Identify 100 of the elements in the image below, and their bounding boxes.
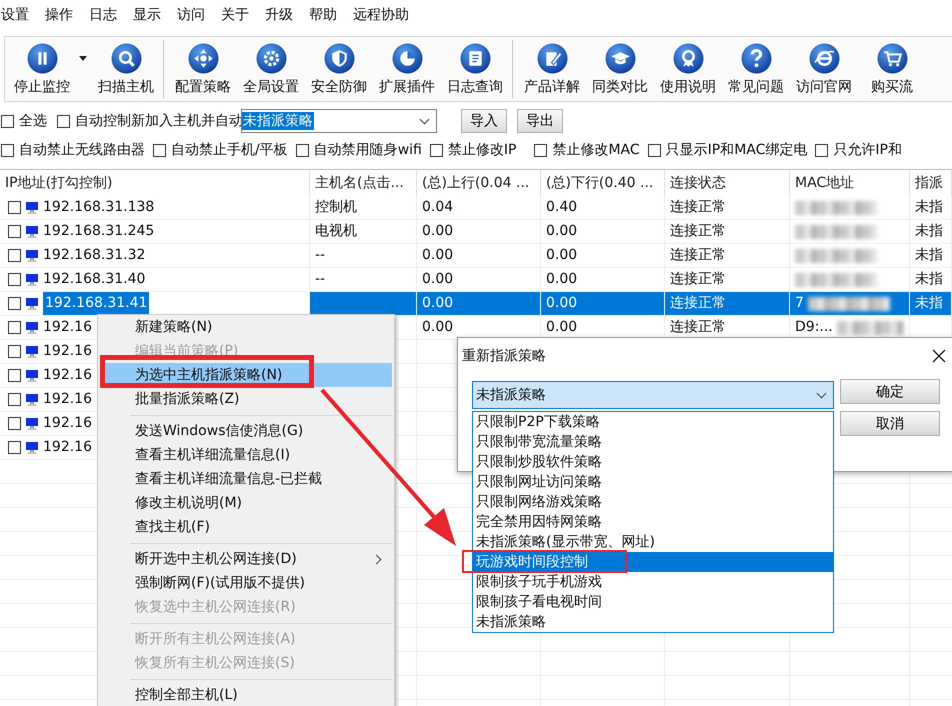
toolbar-button[interactable]: 使用说明 xyxy=(657,42,719,96)
checkbox[interactable] xyxy=(8,321,21,334)
toolbar-button[interactable]: 访问官网 xyxy=(793,42,855,96)
checkbox[interactable] xyxy=(8,201,21,214)
button[interactable]: 取消 xyxy=(840,411,940,436)
menu-item[interactable]: 显示 xyxy=(133,6,161,24)
menu-item[interactable]: 新建策略(N) xyxy=(100,315,392,339)
menu-item[interactable]: 访问 xyxy=(177,6,205,24)
checkbox[interactable] xyxy=(296,144,309,156)
ip-address: 192.16 xyxy=(43,318,92,337)
column-header[interactable]: 指派 xyxy=(910,170,952,196)
column-header[interactable]: IP地址(打勾控制) xyxy=(0,170,310,196)
checkbox[interactable] xyxy=(1,114,14,128)
caret-icon[interactable] xyxy=(79,56,87,60)
ip-address: 192.16 xyxy=(43,366,92,385)
menu-item[interactable]: 发送Windows信使消息(G) xyxy=(100,419,392,443)
checkbox[interactable] xyxy=(8,345,21,358)
checkbox[interactable] xyxy=(8,297,21,310)
toolbar-button[interactable]: 同类对比 xyxy=(589,42,651,96)
menu-item[interactable]: 查看主机详细流量信息-已拦截 xyxy=(100,467,392,491)
table-row[interactable]: 192.168.31.32 -- 0.00 0.00 连接正常 未指 xyxy=(0,244,952,268)
toolbar-button[interactable]: 产品详解 xyxy=(521,42,583,96)
dropdown-option[interactable]: 未指派策略 xyxy=(473,612,833,632)
table-row[interactable]: 192.168.31.245 电视机 0.00 0.00 连接正常 未指 xyxy=(0,220,952,244)
menu-item[interactable]: 查找主机(F) xyxy=(100,515,392,539)
toolbar-button[interactable]: 扩展插件 xyxy=(376,42,438,96)
toolbar-button[interactable]: 扫描主机 xyxy=(95,42,157,96)
table-cell-text: 0.00 xyxy=(422,246,454,265)
column-header[interactable]: 连接状态 xyxy=(665,170,790,196)
checkbox[interactable] xyxy=(8,273,21,286)
dropdown-option[interactable]: 玩游戏时间段控制 xyxy=(473,552,833,572)
checkbox[interactable] xyxy=(8,369,21,382)
checkbox[interactable] xyxy=(8,249,21,262)
menu-item[interactable]: 升级 xyxy=(265,6,293,24)
toolbar-button[interactable]: 安全防御 xyxy=(308,42,370,96)
table-cell-text: 连接正常 xyxy=(670,270,726,289)
menu-item[interactable]: 断开选中主机公网连接(D) xyxy=(100,547,392,571)
table-cell-text: D9:... xyxy=(795,318,833,337)
button[interactable]: 确定 xyxy=(840,379,940,404)
toolbar-button[interactable]: 全局设置 xyxy=(240,42,302,96)
checkbox[interactable] xyxy=(153,144,166,156)
table-row[interactable]: 192.168.31.138 控制机 0.04 0.40 连接正常 未指 xyxy=(0,196,952,220)
table-cell-text: 未指 xyxy=(915,198,943,217)
policy-dropdown[interactable]: 未指派策略 xyxy=(241,109,437,133)
menu-item[interactable]: 帮助 xyxy=(309,6,337,24)
table-row[interactable]: 192.168.31.41 0.00 0.00 连接正常 7 未指 xyxy=(0,292,952,316)
column-header[interactable]: (总)下行(0.40 ... xyxy=(541,170,665,196)
menu-item[interactable]: 设置 xyxy=(1,6,29,24)
table-cell-text: 0.00 xyxy=(422,270,454,289)
checkbox[interactable] xyxy=(534,144,548,156)
checkbox[interactable] xyxy=(8,417,21,430)
menu-item[interactable]: 查看主机详细流量信息(I) xyxy=(100,443,392,467)
menu-item[interactable]: 强制断网(F)(试用版不提供) xyxy=(100,571,392,595)
checkbox[interactable] xyxy=(8,225,21,238)
dropdown-option[interactable]: 完全禁用因特网策略 xyxy=(473,512,833,532)
checkbox[interactable] xyxy=(815,144,828,156)
checkbox[interactable] xyxy=(57,114,70,128)
dropdown-option[interactable]: 只限制网络游戏策略 xyxy=(473,492,833,512)
dropdown-option[interactable]: 限制孩子玩手机游戏 xyxy=(473,572,833,592)
column-header[interactable]: MAC地址 xyxy=(790,170,910,196)
globe-icon xyxy=(808,42,840,74)
checkbox-label: 自动禁用随身wifi xyxy=(314,141,422,159)
dropdown-option[interactable]: 只限制网址访问策略 xyxy=(473,472,833,492)
dropdown-option[interactable]: 只限制带宽流量策略 xyxy=(473,432,833,452)
close-icon[interactable] xyxy=(932,349,946,363)
table-cell-text: 0.00 xyxy=(546,294,578,313)
table-cell-text: 未指 xyxy=(915,222,943,241)
menu-item[interactable]: 日志 xyxy=(89,6,117,24)
checkbox[interactable] xyxy=(430,144,443,156)
toolbar-button[interactable]: 配置策略 xyxy=(172,42,234,96)
policy-dropdown[interactable]: 未指派策略 xyxy=(472,381,834,409)
graduation-cap-icon xyxy=(604,42,636,74)
monitor-icon xyxy=(25,296,39,310)
ip-address: 192.168.31.41 xyxy=(43,292,150,315)
checkbox[interactable] xyxy=(8,441,21,454)
dropdown-option[interactable]: 只限制P2P下载策略 xyxy=(473,412,833,432)
help-icon xyxy=(740,42,772,74)
dropdown-option[interactable]: 未指派策略(显示带宽、网址) xyxy=(473,532,833,552)
toolbar-button[interactable]: 购买流 xyxy=(861,42,923,96)
checkbox[interactable] xyxy=(1,144,14,156)
menu-item[interactable]: 操作 xyxy=(45,6,73,24)
column-header[interactable]: (总)上行(0.04 ... xyxy=(417,170,541,196)
dialog-title: 重新指派策略 xyxy=(462,347,546,365)
column-header[interactable]: 主机名(点击... xyxy=(310,170,417,196)
checkbox[interactable] xyxy=(8,393,21,406)
toolbar-button[interactable]: 停止监控 xyxy=(11,42,73,96)
toolbar-button[interactable]: 常见问题 xyxy=(725,42,787,96)
button[interactable]: 导入 xyxy=(461,109,507,133)
dropdown-option[interactable]: 只限制炒股软件策略 xyxy=(473,452,833,472)
checkbox[interactable] xyxy=(648,144,661,156)
button[interactable]: 导出 xyxy=(517,109,563,133)
dropdown-option[interactable]: 限制孩子看电视时间 xyxy=(473,592,833,612)
menu-item[interactable]: 控制全部主机(L) xyxy=(100,683,392,706)
toolbar-button[interactable]: 日志查询 xyxy=(444,42,506,96)
menu-item[interactable]: 远程协助 xyxy=(353,6,409,24)
menu-item[interactable]: 修改主机说明(M) xyxy=(100,491,392,515)
table-cell-text: 连接正常 xyxy=(670,246,726,265)
menu-item[interactable]: 批量指派策略(Z) xyxy=(100,387,392,411)
ip-address: 192.16 xyxy=(43,438,92,457)
menu-item[interactable]: 关于 xyxy=(221,6,249,24)
